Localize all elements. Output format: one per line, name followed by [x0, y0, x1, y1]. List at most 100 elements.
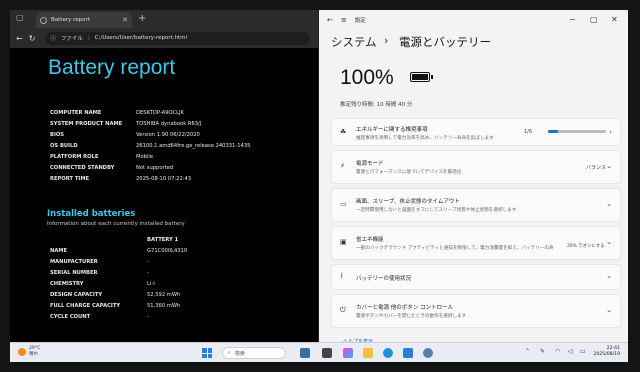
edge-browser-icon[interactable] — [383, 348, 393, 358]
chevron-down-icon: ⌄ — [606, 272, 612, 280]
pen-icon[interactable]: ✎ — [540, 348, 545, 355]
weather-condition: 晴れ — [29, 351, 39, 357]
battery-tray-icon[interactable]: ▭ — [580, 348, 586, 355]
colorful-app-icon[interactable] — [343, 348, 353, 358]
taskbar-clock[interactable]: 22:41 2025/08/19 — [594, 346, 620, 358]
tab-title: Battery report — [51, 17, 90, 23]
monitor-icon: ▭ — [340, 200, 347, 208]
search-icon: ⌕ — [228, 350, 231, 356]
chevron-down-icon: ⌄ — [606, 238, 612, 246]
battery-key: FULL CHARGE CAPACITY — [50, 303, 121, 309]
card-battery-usage[interactable]: ⌇ バッテリーの使用状況 ⌄ — [331, 264, 621, 290]
info-key: CONNECTED STANDBY — [50, 165, 115, 171]
minimize-icon[interactable]: − — [569, 15, 576, 24]
file-explorer-icon[interactable] — [363, 348, 373, 358]
new-tab-icon[interactable]: + — [138, 13, 146, 25]
battery-value: 51,360 mWh — [147, 303, 181, 309]
card-lid-power-buttons[interactable]: ⏻ カバーと電源 他のボタン コントロール 電源ボタンやカバーを閉じたときの動作… — [331, 294, 621, 328]
leaf-icon: ☘ — [340, 128, 347, 136]
globe-icon — [40, 16, 47, 24]
start-button[interactable] — [202, 348, 212, 358]
info-icon: ⓘ — [50, 36, 56, 42]
power-button-icon: ⏻ — [340, 306, 346, 314]
info-row: PLATFORM ROLE Mobile — [50, 154, 153, 160]
breadcrumb-parent[interactable]: システム — [331, 34, 377, 50]
info-value: TOSHIBA dynabook R63/J — [136, 121, 202, 127]
info-key: COMPUTER NAME — [50, 110, 102, 116]
battery-row: SERIAL NUMBER - — [50, 270, 149, 276]
copilot-icon[interactable] — [300, 348, 310, 358]
browser-window: ▢ Battery report ✕ + ← ↻ ⓘ ファイル | C:/Use… — [10, 10, 318, 342]
info-value: Version 1.90 06/22/2020 — [136, 132, 200, 138]
close-icon[interactable]: ✕ — [611, 15, 618, 24]
sun-icon — [18, 347, 26, 356]
photo-background: ▢ Battery report ✕ + ← ↻ ⓘ ファイル | C:/Use… — [0, 0, 640, 372]
tab-battery-report[interactable]: Battery report ✕ — [36, 12, 132, 28]
maximize-icon[interactable]: ▢ — [590, 15, 598, 24]
back-icon[interactable]: ← — [327, 16, 333, 24]
address-url: C:/Users/User/battery-report.html — [94, 35, 188, 41]
battery-row: NAME G71C000L4310 — [50, 248, 187, 254]
info-value: DESKTOP-A9OCLJK — [136, 110, 184, 116]
battery-key: CYCLE COUNT — [50, 314, 91, 320]
card-power-mode[interactable]: ⚡ 電源モード 電源とパフォーマンスに基づいてデバイスを最適化 バランス ⌄ — [331, 150, 621, 184]
card-subtitle: 電源ボタンやカバーを閉じたときの動作を選択します — [356, 314, 467, 319]
volume-icon[interactable]: ◁ — [568, 348, 573, 355]
taskbar-search[interactable]: ⌕ 検索 — [222, 347, 286, 359]
menu-icon[interactable]: ≡ — [341, 16, 347, 24]
card-title: 電源モード — [356, 161, 384, 167]
info-row: OS BUILD 26100.1.amd64fre.ge_release.2403… — [50, 143, 250, 149]
info-key: SYSTEM PRODUCT NAME — [50, 121, 123, 127]
battery-value: - — [147, 270, 149, 276]
card-screen-sleep[interactable]: ▭ 画面、スリープ、休止状態のタイムアウト 一定時間使用しないと画面をオフにして… — [331, 188, 621, 222]
battery-key: SERIAL NUMBER — [50, 270, 98, 276]
card-subtitle: 一定時間使用しないと画面をオフにしてスリープ状態や休止状態を選択します — [356, 208, 517, 213]
card-subtitle: 一部のバックグラウンド アクティビティと通知を制限して、電力消費量を抑え、バッテ… — [356, 246, 554, 251]
power-mode-icon: ⚡ — [340, 162, 345, 170]
progress-fill — [548, 130, 558, 133]
battery-value: 52,592 mWh — [147, 292, 181, 298]
power-mode-dropdown[interactable]: バランス — [586, 164, 606, 171]
battery-key: NAME — [50, 248, 68, 254]
battery-key: DESIGN CAPACITY — [50, 292, 103, 298]
info-key: BIOS — [50, 132, 65, 138]
info-key: PLATFORM ROLE — [50, 154, 99, 160]
chart-icon: ⌇ — [340, 272, 344, 280]
card-title: 省エネ機能 — [356, 237, 384, 243]
info-value: 26100.1.amd64fre.ge_release.240331-1435 — [136, 143, 251, 149]
card-title: カバーと電源 他のボタン コントロール — [356, 305, 453, 311]
store-icon[interactable] — [403, 348, 413, 358]
battery-icon — [410, 72, 433, 82]
card-title: 画面、スリープ、休止状態のタイムアウト — [356, 199, 460, 205]
battery-saver-icon: ▣ — [340, 238, 347, 246]
installed-batteries-heading: Installed batteries — [47, 209, 136, 219]
tab-actions-icon[interactable]: ▢ — [16, 13, 24, 22]
card-subtitle: 電源とパフォーマンスに基づいてデバイスを最適化 — [356, 170, 462, 175]
settings-gear-icon[interactable] — [423, 348, 433, 358]
battery-row: MANUFACTURER - — [50, 259, 149, 265]
taskbar: 29°C 晴れ ⌕ 検索 ⌃ ✎ ◠ ◁ ▭ 22:41 2025/08/19 — [10, 342, 628, 362]
chevron-up-icon[interactable]: ⌃ — [525, 348, 530, 355]
chevron-down-icon: ⌄ — [606, 200, 612, 208]
info-value: Not supported — [136, 165, 174, 171]
close-tab-icon[interactable]: ✕ — [122, 16, 128, 24]
card-energy-recommendations[interactable]: ☘ エネルギーに関する推奨事項 推奨事項を適用して電力効率を高め、バッテリー寿命… — [331, 118, 621, 146]
back-icon[interactable]: ← — [16, 34, 23, 43]
task-view-icon[interactable] — [322, 348, 332, 358]
battery-row: CHEMISTRY Li-I — [50, 281, 155, 287]
settings-window: ← ≡ 設定 − ▢ ✕ システム › 電源とバッテリー 100% 推定残り時間… — [319, 10, 628, 345]
installed-batteries-subtitle: Information about each currently install… — [47, 221, 185, 227]
address-bar[interactable]: ⓘ ファイル | C:/Users/User/battery-report.ht… — [45, 31, 310, 45]
wifi-icon[interactable]: ◠ — [555, 348, 560, 355]
settings-window-title: 設定 — [354, 18, 366, 24]
tab-bar: ▢ Battery report ✕ + — [10, 10, 318, 28]
battery-row: DESIGN CAPACITY 52,592 mWh — [50, 292, 180, 298]
weather-widget[interactable]: 29°C 晴れ — [18, 346, 40, 357]
battery-estimate: 推定残り時間: 10 時間 40 分 — [340, 102, 413, 108]
card-energy-saver[interactable]: ▣ 省エネ機能 一部のバックグラウンド アクティビティと通知を制限して、電力消費… — [331, 226, 621, 260]
refresh-icon[interactable]: ↻ — [29, 34, 36, 43]
battery-report-page: Battery report COMPUTER NAME DESKTOP-A9OC… — [10, 48, 318, 342]
battery-percent: 100% — [340, 66, 394, 89]
battery-column-header: BATTERY 1 — [147, 237, 179, 243]
report-title: Battery report — [48, 56, 176, 79]
